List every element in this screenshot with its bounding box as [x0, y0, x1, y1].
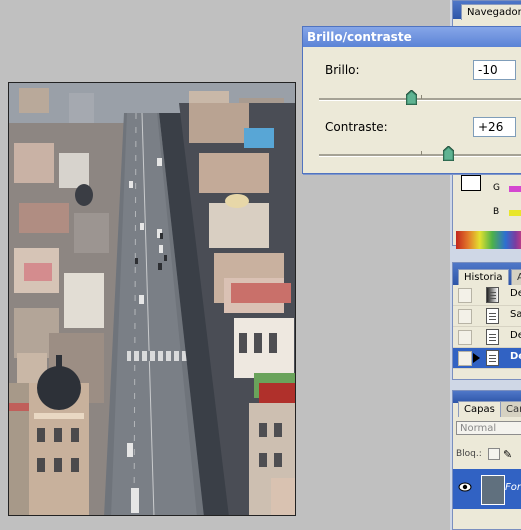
history-item[interactable]: De [453, 285, 521, 306]
brightness-slider-track[interactable] [319, 95, 521, 101]
layer-row-fondo[interactable]: Fon [453, 469, 521, 509]
history-item[interactable]: De [453, 327, 521, 348]
document-image [9, 83, 295, 515]
slider-center-tick [421, 95, 422, 99]
document-icon [486, 329, 499, 345]
layers-palette: Capas Can Normal Bloq.: ✎ Fon [452, 390, 521, 530]
history-item-label: De [510, 351, 521, 362]
channel-slider-g[interactable] [509, 186, 521, 192]
layer-thumbnail [481, 475, 505, 505]
contrast-slider-thumb[interactable] [442, 146, 454, 161]
document-icon [486, 350, 499, 366]
history-checkbox[interactable] [458, 330, 472, 345]
gradient-icon [486, 287, 499, 303]
palette-header: Navegador [453, 1, 521, 20]
slider-center-tick [421, 151, 422, 155]
dialog-title[interactable]: Brillo/contraste [303, 27, 521, 47]
tab-historia[interactable]: Historia [458, 269, 509, 285]
history-state-arrow-icon [473, 353, 480, 363]
history-item-label: De [510, 288, 521, 299]
layer-name: Fon [505, 482, 521, 493]
tab-capas[interactable]: Capas [458, 401, 501, 417]
brightness-label: Brillo: [325, 63, 360, 77]
history-checkbox[interactable] [458, 288, 472, 303]
history-palette: Historia Ac De Sa De De [452, 262, 521, 380]
document-canvas[interactable] [8, 82, 296, 516]
channel-label-b: B [493, 207, 500, 217]
color-spectrum-ramp[interactable] [456, 231, 521, 249]
history-item-label: Sa [510, 309, 521, 320]
contrast-label: Contraste: [325, 120, 388, 134]
document-icon [486, 308, 499, 324]
history-checkbox[interactable] [458, 351, 472, 366]
lock-label: Bloq.: [456, 449, 482, 459]
blend-mode-select[interactable]: Normal [456, 421, 521, 435]
tab-canales[interactable]: Can [500, 401, 521, 417]
tab-navegador[interactable]: Navegador [461, 4, 521, 20]
brightness-contrast-dialog: Brillo/contraste Brillo: -10 Contraste: … [302, 26, 521, 174]
palette-header: Historia Ac [453, 263, 521, 285]
history-item-selected[interactable]: De [453, 348, 521, 369]
contrast-input[interactable]: +26 [473, 117, 516, 137]
tab-acciones[interactable]: Ac [511, 269, 521, 285]
foreground-swatch[interactable] [461, 175, 481, 191]
history-item-label: De [510, 330, 521, 341]
channel-slider-b[interactable] [509, 210, 521, 216]
lock-transparency-icon[interactable] [488, 448, 500, 460]
contrast-slider-track[interactable] [319, 151, 521, 157]
lock-brush-icon[interactable]: ✎ [503, 448, 513, 461]
brightness-slider-thumb[interactable] [405, 90, 417, 105]
history-checkbox[interactable] [458, 309, 472, 324]
channel-label-g: G [493, 183, 500, 193]
history-item[interactable]: Sa [453, 306, 521, 327]
visibility-eye-icon[interactable] [458, 481, 472, 493]
brightness-input[interactable]: -10 [473, 60, 516, 80]
